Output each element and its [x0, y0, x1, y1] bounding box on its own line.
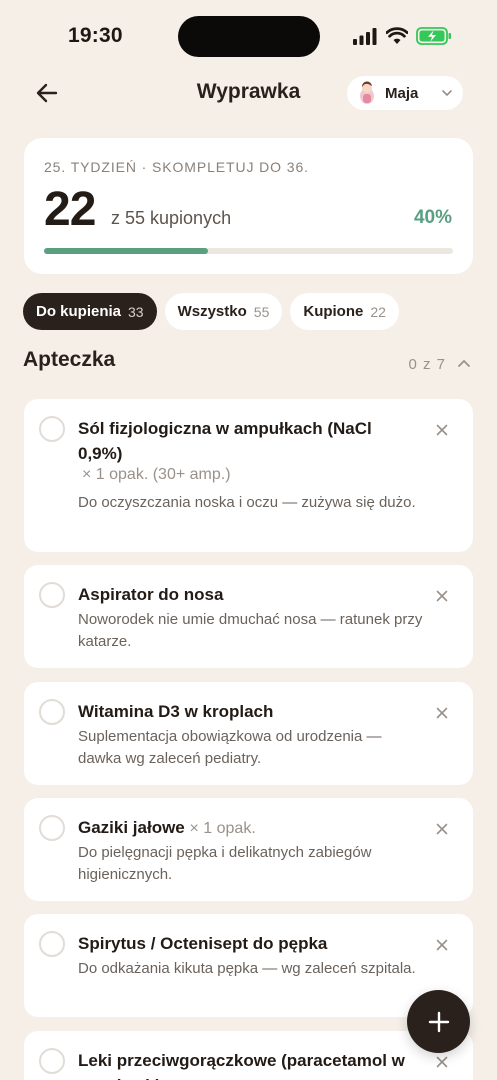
close-icon: [436, 1056, 448, 1068]
item-title: Sól fizjologiczna w ampułkach (NaCl 0,9%…: [78, 419, 372, 463]
app-screen: 19:30 Wyprawka Maja 25. TYDZIEŃ · SKOMPL…: [0, 0, 497, 1080]
signal-icon: [353, 28, 377, 45]
item-quantity: × 1 opak. (30+ amp.): [82, 466, 231, 483]
item-description: Suplementacja obowiązkowa od urodzenia —…: [78, 728, 382, 767]
close-icon: [436, 590, 448, 602]
profile-switcher[interactable]: Maja: [347, 76, 463, 110]
chevron-up-icon: [458, 360, 470, 367]
list-item: Witamina D3 w kroplach Suplementacja obo…: [24, 682, 473, 785]
remove-item-button[interactable]: [433, 936, 451, 954]
tab-label: Do kupienia: [36, 303, 122, 320]
list-item: Leki przeciwgorączkowe (paracetamol w cz…: [24, 1031, 473, 1080]
tab-all[interactable]: Wszystko 55: [164, 293, 283, 330]
item-checkbox[interactable]: [39, 582, 65, 608]
section-title: Apteczka: [23, 348, 116, 371]
item-checkbox[interactable]: [39, 1048, 65, 1074]
item-checkbox[interactable]: [39, 815, 65, 841]
list-item: Sól fizjologiczna w ampułkach (NaCl 0,9%…: [24, 399, 473, 552]
tab-count: 22: [370, 303, 386, 320]
battery-charging-icon: [416, 27, 451, 45]
list-item: Aspirator do nosa Noworodek nie umie dmu…: [24, 565, 473, 668]
profile-name: Maja: [385, 84, 419, 102]
item-checkbox[interactable]: [39, 931, 65, 957]
remove-item-button[interactable]: [433, 1053, 451, 1071]
item-description: Do odkażania kikuta pępka — wg zaleceń s…: [78, 960, 416, 977]
dynamic-island: [178, 16, 320, 57]
item-checkbox[interactable]: [39, 416, 65, 442]
remove-item-button[interactable]: [433, 421, 451, 439]
progress-bar-fill: [44, 248, 208, 254]
tab-label: Wszystko: [177, 303, 247, 320]
bought-of-text: z 55 kupionych: [111, 208, 232, 228]
status-time: 19:30: [68, 24, 123, 47]
close-icon: [436, 707, 448, 719]
bought-count: 22: [44, 183, 96, 236]
tab-count: 55: [253, 303, 270, 320]
item-description: Do pielęgnacji pępka i delikatnych zabie…: [78, 844, 372, 883]
item-checkbox[interactable]: [39, 699, 65, 725]
item-title: Gaziki jałowe: [78, 818, 185, 837]
chevron-down-icon: [442, 90, 452, 96]
wifi-icon: [386, 27, 408, 44]
status-bar: 19:30: [0, 0, 497, 74]
item-title: Spirytus / Octenisept do pępka: [78, 934, 328, 953]
week-label: 25. TYDZIEŃ · SKOMPLETUJ DO 36.: [44, 159, 309, 175]
item-description: Noworodek nie umie dmuchać nosa — ratune…: [78, 611, 423, 650]
add-item-button[interactable]: [407, 990, 470, 1053]
item-quantity: × 1 opak.: [189, 820, 256, 837]
baby-avatar-icon: [360, 81, 374, 104]
close-icon: [436, 939, 448, 951]
section-count: 0 z 7: [408, 356, 446, 373]
tab-count: 33: [128, 303, 144, 320]
item-title: Leki przeciwgorączkowe (paracetamol w cz…: [78, 1051, 405, 1080]
section-header-apteczka[interactable]: Apteczka 0 z 7: [23, 348, 473, 380]
remove-item-button[interactable]: [433, 704, 451, 722]
tab-bought[interactable]: Kupione 22: [290, 293, 399, 330]
item-title: Aspirator do nosa: [78, 585, 224, 604]
remove-item-button[interactable]: [433, 820, 451, 838]
item-description: Do oczyszczania noska i oczu — zużywa si…: [78, 494, 416, 511]
progress-bar: [44, 248, 453, 254]
remove-item-button[interactable]: [433, 587, 451, 605]
filter-tabs: Do kupienia 33 Wszystko 55 Kupione 22: [23, 293, 399, 330]
progress-percent: 40%: [413, 207, 452, 228]
progress-card: 25. TYDZIEŃ · SKOMPLETUJ DO 36. 22 z 55 …: [24, 138, 473, 274]
item-title: Witamina D3 w kroplach: [78, 702, 274, 721]
top-bar: Wyprawka Maja: [0, 74, 497, 114]
item-title-row: Gaziki jałowe × 1 opak.: [78, 815, 418, 841]
plus-icon: [428, 1011, 449, 1032]
close-icon: [436, 424, 448, 436]
list-item: Spirytus / Octenisept do pępka Do odkaża…: [24, 914, 473, 1017]
close-icon: [436, 823, 448, 835]
list-item: Gaziki jałowe × 1 opak. Do pielęgnacji p…: [24, 798, 473, 901]
tab-to-buy[interactable]: Do kupienia 33: [23, 293, 157, 330]
tab-label: Kupione: [303, 303, 364, 320]
